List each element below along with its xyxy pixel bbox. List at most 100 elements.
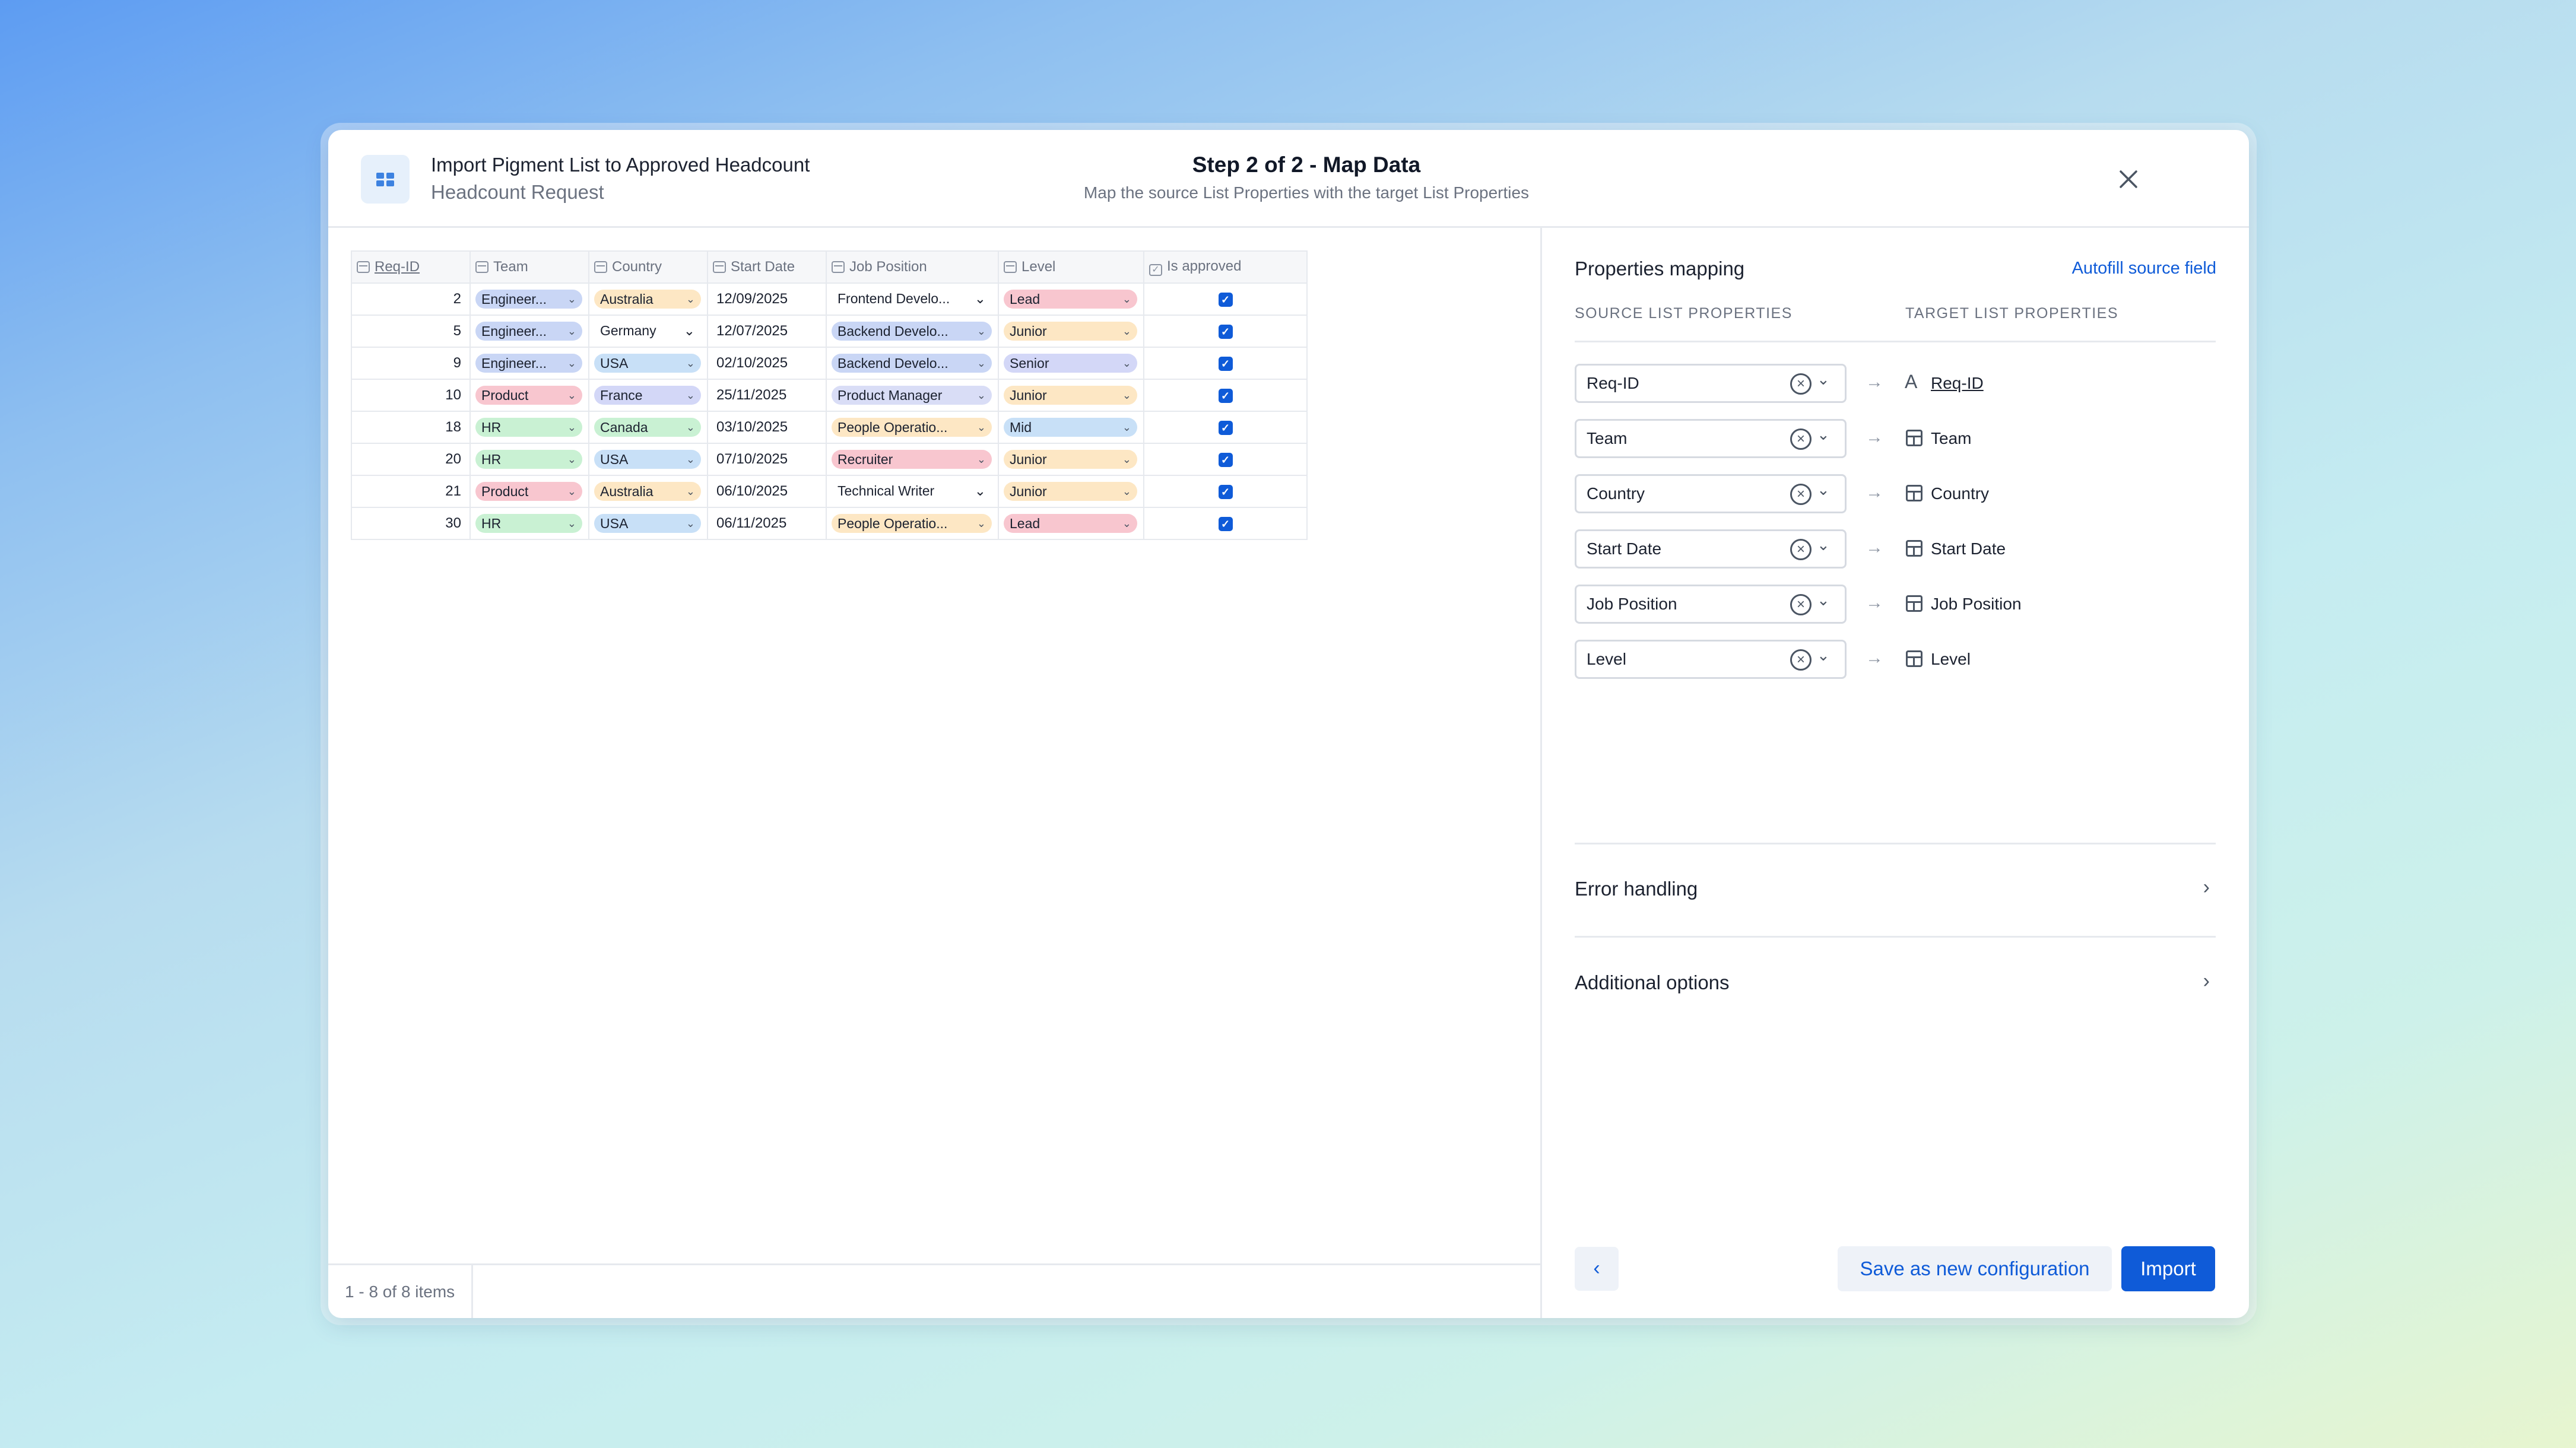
job-position-tag[interactable]: Product Manager ⌄ — [832, 386, 992, 405]
level-tag[interactable]: Junior ⌄ — [1004, 482, 1137, 501]
team-cell[interactable]: Engineer... ⌄ — [469, 347, 589, 380]
team-tag[interactable]: Product ⌄ — [475, 482, 582, 501]
column-header-req-id[interactable]: Req-ID — [351, 250, 471, 284]
level-cell[interactable]: Lead ⌄ — [998, 282, 1144, 316]
level-cell[interactable]: Junior ⌄ — [998, 443, 1144, 476]
country-cell[interactable]: USA ⌄ — [588, 443, 708, 476]
team-cell[interactable]: Engineer... ⌄ — [469, 315, 589, 348]
back-button[interactable]: ‹ — [1575, 1247, 1619, 1291]
country-tag[interactable]: Australia ⌄ — [594, 290, 701, 309]
team-tag[interactable]: Product ⌄ — [475, 386, 582, 405]
autofill-source-field-link[interactable]: Autofill source field — [2072, 259, 2216, 278]
level-tag[interactable]: Senior ⌄ — [1004, 354, 1137, 373]
clear-icon[interactable]: × — [1790, 373, 1812, 395]
job-position-tag[interactable]: Backend Develo... ⌄ — [832, 322, 992, 341]
column-header-is-approved[interactable]: ✓ Is approved — [1143, 250, 1308, 284]
job-position-cell[interactable]: Technical Writer ⌄ — [826, 475, 999, 508]
country-tag[interactable]: USA ⌄ — [594, 450, 701, 469]
clear-icon[interactable]: × — [1790, 594, 1812, 615]
team-tag[interactable]: Engineer... ⌄ — [475, 290, 582, 309]
source-property-select[interactable]: Req-ID × ⌄ — [1575, 364, 1847, 403]
additional-options-section[interactable]: Additional options › — [1575, 959, 2216, 1006]
team-cell[interactable]: Product ⌄ — [469, 379, 589, 412]
level-tag[interactable]: Junior ⌄ — [1004, 322, 1137, 341]
team-cell[interactable]: HR ⌄ — [469, 411, 589, 444]
job-position-tag[interactable]: Recruiter ⌄ — [832, 450, 992, 469]
column-header-team[interactable]: Team — [469, 250, 589, 284]
team-cell[interactable]: HR ⌄ — [469, 443, 589, 476]
level-cell[interactable]: Senior ⌄ — [998, 347, 1144, 380]
source-property-select[interactable]: Team × ⌄ — [1575, 419, 1847, 458]
level-tag[interactable]: Junior ⌄ — [1004, 386, 1137, 405]
approved-checkbox[interactable]: ✓ — [1218, 517, 1233, 531]
job-position-cell[interactable]: Frontend Develo... ⌄ — [826, 282, 999, 316]
source-property-select[interactable]: Start Date × ⌄ — [1575, 529, 1847, 569]
country-tag[interactable]: Germany ⌄ — [594, 323, 701, 339]
job-position-tag[interactable]: People Operatio... ⌄ — [832, 418, 992, 437]
team-tag[interactable]: Engineer... ⌄ — [475, 354, 582, 373]
approved-checkbox[interactable]: ✓ — [1218, 293, 1233, 307]
team-cell[interactable]: Engineer... ⌄ — [469, 282, 589, 316]
country-tag[interactable]: USA ⌄ — [594, 514, 701, 533]
level-tag[interactable]: Lead ⌄ — [1004, 514, 1137, 533]
country-cell[interactable]: Australia ⌄ — [588, 475, 708, 508]
level-cell[interactable]: Junior ⌄ — [998, 315, 1144, 348]
country-tag[interactable]: Canada ⌄ — [594, 418, 701, 437]
country-cell[interactable]: Canada ⌄ — [588, 411, 708, 444]
job-position-cell[interactable]: Backend Develo... ⌄ — [826, 347, 999, 380]
job-position-cell[interactable]: Recruiter ⌄ — [826, 443, 999, 476]
job-position-tag[interactable]: People Operatio... ⌄ — [832, 514, 992, 533]
source-property-select[interactable]: Level × ⌄ — [1575, 640, 1847, 679]
team-cell[interactable]: HR ⌄ — [469, 507, 589, 540]
team-tag[interactable]: Engineer... ⌄ — [475, 322, 582, 341]
country-cell[interactable]: USA ⌄ — [588, 347, 708, 380]
clear-icon[interactable]: × — [1790, 484, 1812, 505]
job-position-cell[interactable]: Product Manager ⌄ — [826, 379, 999, 412]
approved-checkbox[interactable]: ✓ — [1218, 453, 1233, 467]
approved-checkbox[interactable]: ✓ — [1218, 389, 1233, 403]
team-tag[interactable]: HR ⌄ — [475, 450, 582, 469]
clear-icon[interactable]: × — [1790, 428, 1812, 450]
table-header-row: Req-ID Team Country Start Date Job Posit… — [351, 250, 1308, 284]
level-tag[interactable]: Junior ⌄ — [1004, 450, 1137, 469]
save-as-new-configuration-button[interactable]: Save as new configuration — [1838, 1246, 2112, 1291]
country-cell[interactable]: USA ⌄ — [588, 507, 708, 540]
source-property-select[interactable]: Country × ⌄ — [1575, 474, 1847, 513]
level-cell[interactable]: Junior ⌄ — [998, 379, 1144, 412]
country-tag[interactable]: France ⌄ — [594, 386, 701, 405]
team-tag[interactable]: HR ⌄ — [475, 418, 582, 437]
column-header-level[interactable]: Level — [998, 250, 1144, 284]
approved-checkbox[interactable]: ✓ — [1218, 485, 1233, 499]
close-button[interactable] — [2115, 166, 2142, 193]
job-position-tag[interactable]: Frontend Develo... ⌄ — [832, 291, 992, 307]
country-cell[interactable]: Australia ⌄ — [588, 282, 708, 316]
country-cell[interactable]: France ⌄ — [588, 379, 708, 412]
team-cell[interactable]: Product ⌄ — [469, 475, 589, 508]
level-tag[interactable]: Mid ⌄ — [1004, 418, 1137, 437]
approved-checkbox[interactable]: ✓ — [1218, 325, 1233, 339]
clear-icon[interactable]: × — [1790, 649, 1812, 671]
country-tag[interactable]: Australia ⌄ — [594, 482, 701, 501]
job-position-tag[interactable]: Technical Writer ⌄ — [832, 483, 992, 499]
clear-icon[interactable]: × — [1790, 539, 1812, 560]
job-position-cell[interactable]: People Operatio... ⌄ — [826, 411, 999, 444]
column-header-job-position[interactable]: Job Position — [826, 250, 999, 284]
level-cell[interactable]: Mid ⌄ — [998, 411, 1144, 444]
job-position-tag[interactable]: Backend Develo... ⌄ — [832, 354, 992, 373]
source-property-select[interactable]: Job Position × ⌄ — [1575, 585, 1847, 624]
level-cell[interactable]: Lead ⌄ — [998, 507, 1144, 540]
job-position-cell[interactable]: Backend Develo... ⌄ — [826, 315, 999, 348]
approved-checkbox[interactable]: ✓ — [1218, 357, 1233, 371]
level-cell[interactable]: Junior ⌄ — [998, 475, 1144, 508]
country-cell[interactable]: Germany ⌄ — [588, 315, 708, 348]
import-button[interactable]: Import — [2121, 1246, 2215, 1291]
team-tag[interactable]: HR ⌄ — [475, 514, 582, 533]
list-property-icon — [1004, 261, 1017, 273]
job-position-cell[interactable]: People Operatio... ⌄ — [826, 507, 999, 540]
country-tag[interactable]: USA ⌄ — [594, 354, 701, 373]
error-handling-section[interactable]: Error handling › — [1575, 865, 2216, 913]
column-header-country[interactable]: Country — [588, 250, 708, 284]
column-header-start-date[interactable]: Start Date — [707, 250, 827, 284]
approved-checkbox[interactable]: ✓ — [1218, 421, 1233, 435]
level-tag[interactable]: Lead ⌄ — [1004, 290, 1137, 309]
